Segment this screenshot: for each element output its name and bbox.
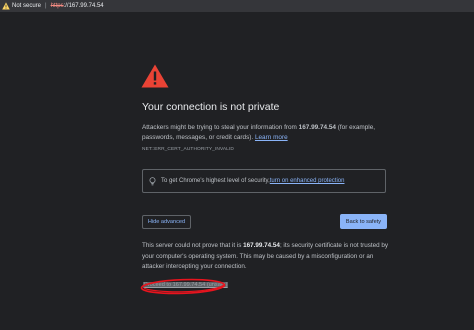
advanced-details: This server could not prove that it is 1… xyxy=(142,241,392,273)
security-status-label[interactable]: Not secure xyxy=(12,0,41,12)
details-host: 167.99.74.54 xyxy=(243,242,280,249)
browser-page: Not secure | https://167.99.74.54 Your c… xyxy=(0,0,474,330)
learn-more-link[interactable]: Learn more xyxy=(255,134,288,141)
details-text: This server could not prove that it is xyxy=(142,242,244,249)
address-bar[interactable]: Not secure | https://167.99.74.54 xyxy=(0,0,474,12)
hide-advanced-button[interactable]: Hide advanced xyxy=(142,215,191,229)
warning-triangle-icon[interactable] xyxy=(2,2,10,10)
enhanced-protection-link[interactable]: turn on enhanced protection xyxy=(270,178,345,184)
description-host: 167.99.74.54 xyxy=(298,124,336,131)
warning-description: Attackers might be trying to steal your … xyxy=(142,123,392,143)
enhanced-protection-text: To get Chrome's highest level of securit… xyxy=(161,178,270,184)
lightbulb-icon xyxy=(149,176,156,185)
url-host[interactable]: ://167.99.74.54 xyxy=(64,0,104,12)
proceed-area: Proceed to 167.99.74.54 (unsafe) xyxy=(140,278,229,295)
enhanced-protection-banner: To get Chrome's highest level of securit… xyxy=(142,169,386,193)
description-text: Attackers might be trying to steal your … xyxy=(142,124,299,131)
warning-triangle-icon xyxy=(141,64,169,88)
error-code[interactable]: NET::ERR_CERT_AUTHORITY_INVALID xyxy=(142,147,234,152)
page-title: Your connection is not private xyxy=(142,101,280,113)
address-separator: | xyxy=(45,3,47,9)
url-scheme[interactable]: https xyxy=(51,0,64,12)
proceed-unsafe-link[interactable]: Proceed to 167.99.74.54 (unsafe) xyxy=(143,282,229,288)
back-to-safety-button[interactable]: Back to safety xyxy=(340,214,387,229)
